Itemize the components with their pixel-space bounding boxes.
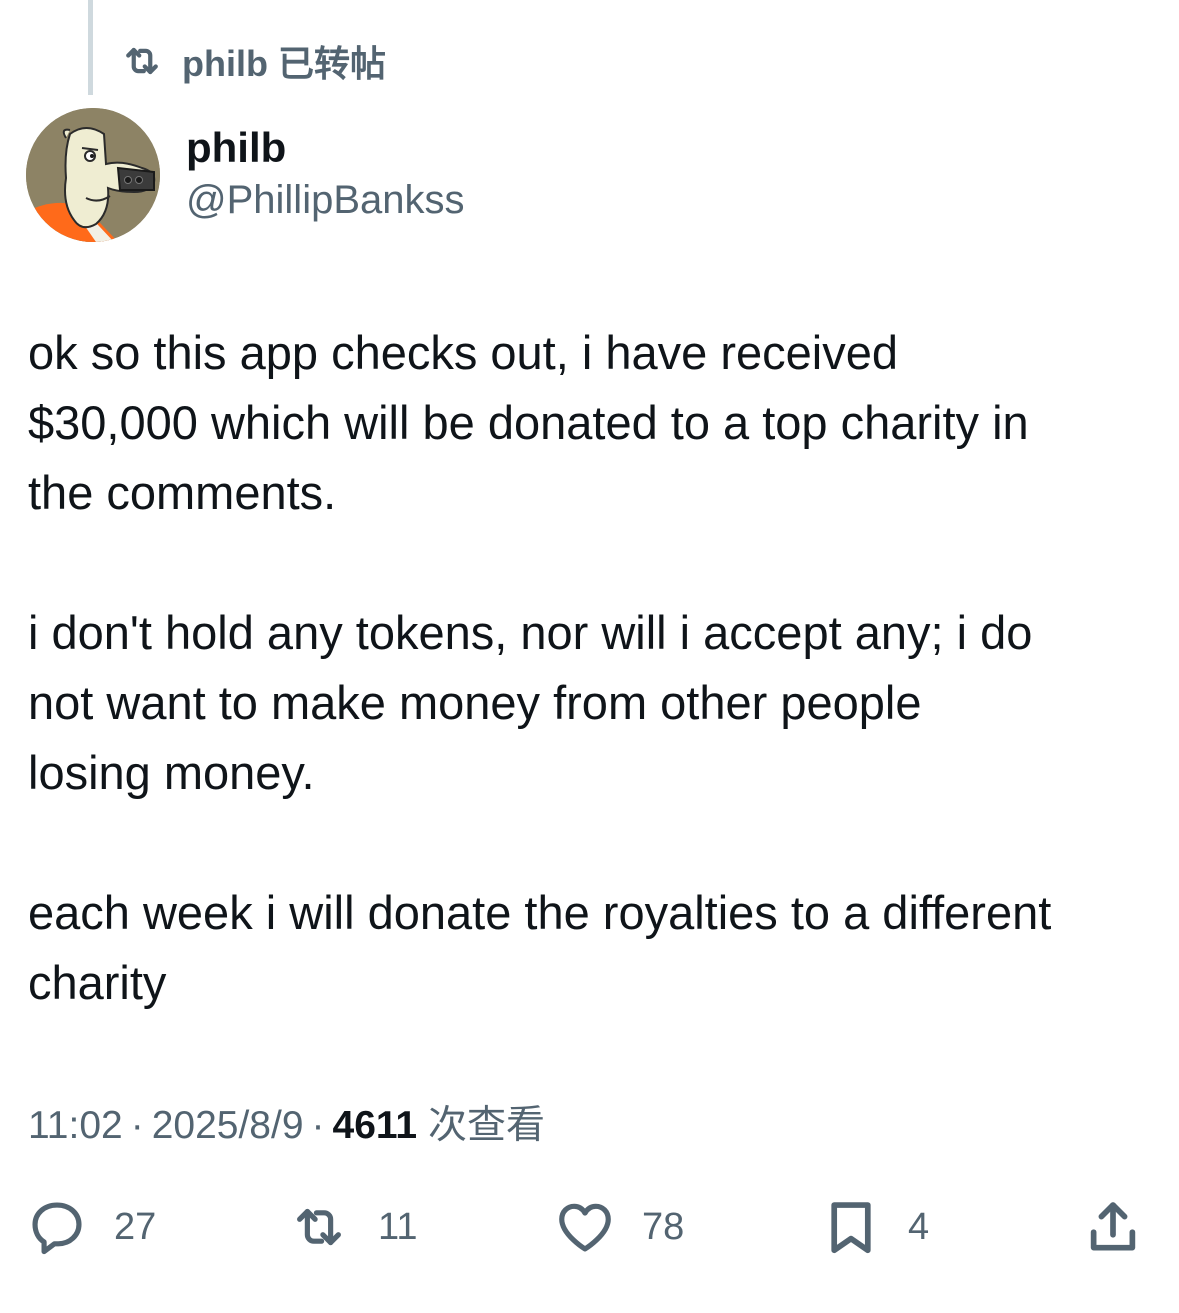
repost-icon [297,1208,341,1246]
reply-button[interactable]: 27 [26,1190,156,1264]
repost-label: philb 已转帖 [182,43,386,84]
author-handle[interactable]: @PhillipBankss [186,178,465,223]
like-button[interactable]: 78 [554,1190,684,1264]
author-name[interactable]: philb [186,124,286,172]
like-count: 78 [642,1205,685,1248]
action-bar: 27 11 78 4 [0,1190,1179,1264]
share-button[interactable] [1082,1190,1144,1264]
reply-count: 27 [114,1205,157,1248]
views-count: 4611 [332,1104,418,1147]
meta-separator: · [311,1104,325,1147]
tweet-time[interactable]: 11:02 [28,1104,123,1147]
heart-icon [559,1203,611,1252]
tweet-paragraph: ok so this app checks out, i have receiv… [28,326,1029,519]
tweet-paragraph: each week i will donate the royalties to… [28,886,1052,1009]
bookmark-button[interactable]: 4 [820,1190,929,1264]
reply-icon [32,1202,82,1255]
share-icon [1090,1202,1136,1251]
repost-button[interactable]: 11 [286,1190,417,1264]
bookmark-count: 4 [908,1205,930,1248]
meta-separator: · [130,1104,144,1147]
tweet-date[interactable]: 2025/8/9 [152,1104,304,1147]
repost-count: 11 [378,1205,418,1248]
tweet-metadata: 11:02 · 2025/8/9 · 4611 次查看 [28,1094,545,1150]
bookmark-icon [831,1202,871,1254]
avatar[interactable] [26,108,160,242]
repost-icon [126,47,158,75]
views-label: 次查看 [427,1104,545,1147]
tweet-text: ok so this app checks out, i have receiv… [28,318,1168,1018]
thread-connector-line [88,0,93,95]
repost-indicator[interactable]: philb 已转帖 [120,36,386,86]
avatar-illustration [26,108,160,242]
tweet-paragraph: i don't hold any tokens, nor will i acce… [28,606,1033,799]
